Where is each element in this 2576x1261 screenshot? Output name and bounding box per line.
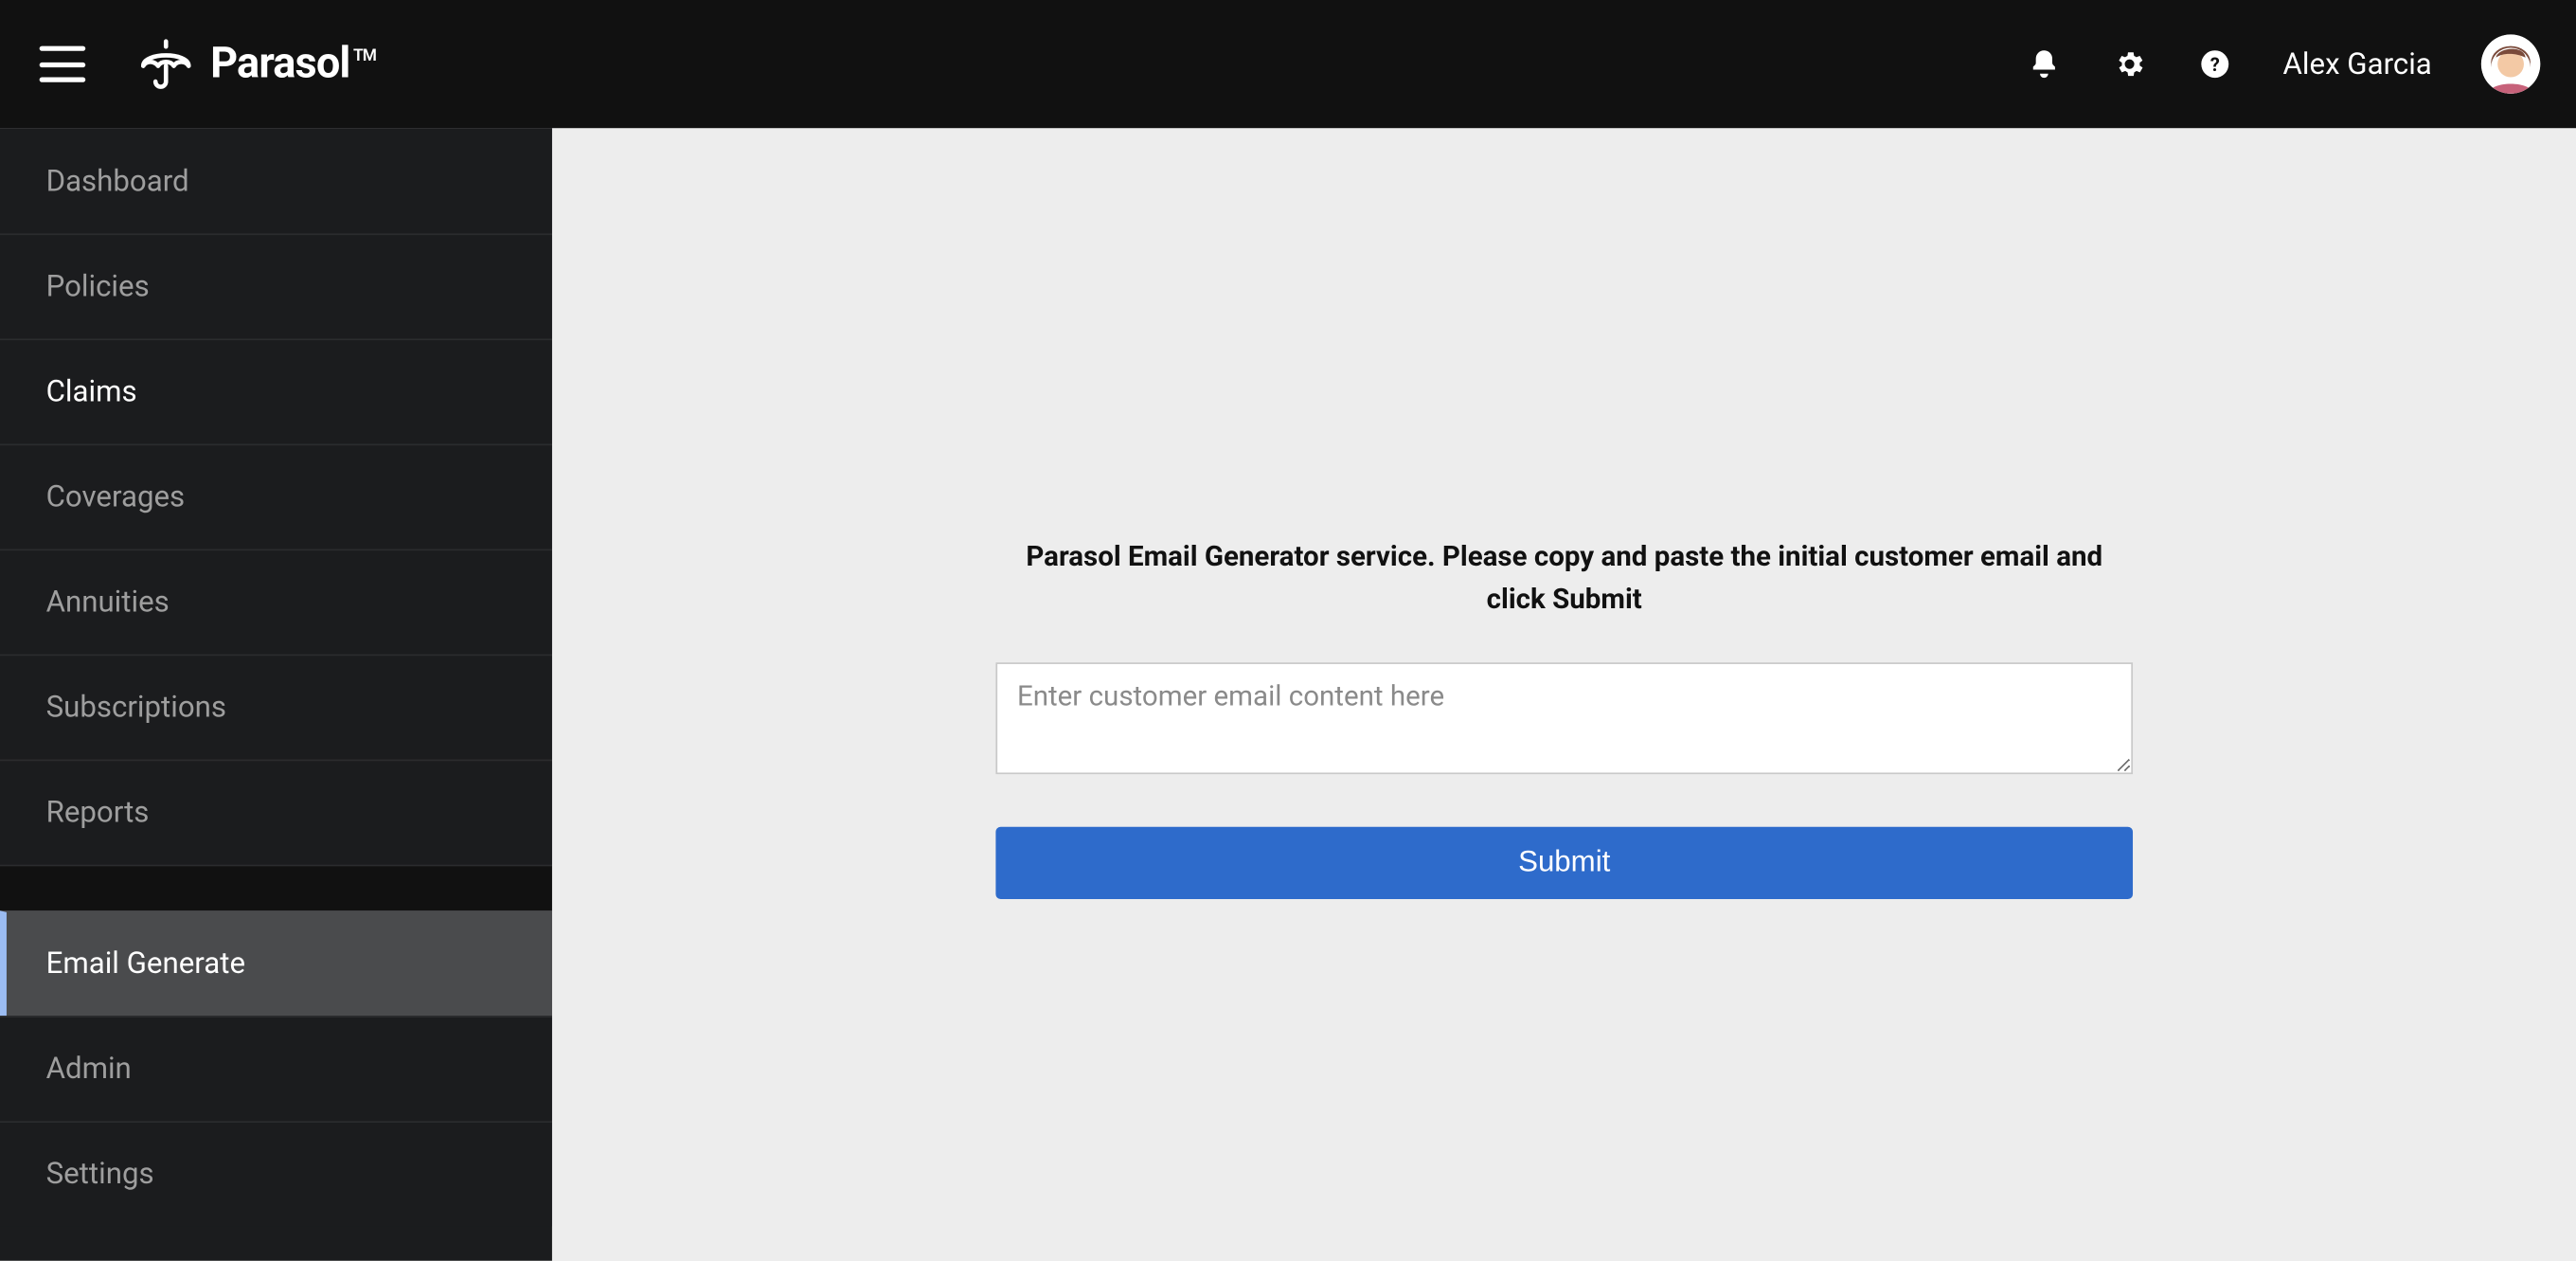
bell-icon[interactable]: [2027, 46, 2063, 82]
sidebar-item-admin[interactable]: Admin: [0, 1016, 552, 1121]
submit-button[interactable]: Submit: [995, 826, 2133, 898]
svg-text:?: ?: [2210, 53, 2220, 76]
sidebar-item-label: Coverages: [46, 480, 186, 514]
sidebar-item-coverages[interactable]: Coverages: [0, 443, 552, 549]
brand-name: ParasolTM: [210, 40, 376, 89]
sidebar-divider: [0, 865, 552, 911]
sidebar-item-label: Policies: [46, 270, 150, 304]
sidebar: Dashboard Policies Claims Coverages Annu…: [0, 128, 552, 1260]
sidebar-item-claims[interactable]: Claims: [0, 338, 552, 443]
sidebar-item-label: Claims: [46, 375, 137, 409]
customer-email-input[interactable]: [995, 662, 2133, 774]
gear-icon[interactable]: [2112, 46, 2148, 82]
avatar[interactable]: [2481, 34, 2540, 93]
sidebar-item-email-generate[interactable]: Email Generate: [0, 910, 552, 1016]
help-icon[interactable]: ?: [2197, 46, 2233, 82]
topbar-actions: ? Alex Garcia: [2027, 34, 2540, 93]
sidebar-item-label: Dashboard: [46, 164, 189, 198]
sidebar-item-policies[interactable]: Policies: [0, 233, 552, 338]
sidebar-item-dashboard[interactable]: Dashboard: [0, 128, 552, 233]
main-content: Parasol Email Generator service. Please …: [552, 128, 2576, 1260]
sidebar-item-label: Annuities: [46, 585, 170, 620]
sidebar-item-label: Admin: [46, 1052, 132, 1086]
sidebar-item-settings[interactable]: Settings: [0, 1121, 552, 1226]
menu-icon[interactable]: [40, 46, 86, 82]
topbar: ParasolTM ? Alex Garcia: [0, 0, 2576, 128]
umbrella-icon: [138, 36, 194, 92]
instructions-text: Parasol Email Generator service. Please …: [995, 536, 2133, 622]
brand[interactable]: ParasolTM: [138, 36, 376, 92]
sidebar-item-label: Settings: [46, 1157, 154, 1191]
sidebar-item-label: Email Generate: [46, 946, 245, 981]
sidebar-item-annuities[interactable]: Annuities: [0, 549, 552, 654]
user-name[interactable]: Alex Garcia: [2283, 46, 2432, 81]
sidebar-item-label: Subscriptions: [46, 691, 226, 725]
sidebar-item-reports[interactable]: Reports: [0, 760, 552, 865]
sidebar-item-label: Reports: [46, 796, 150, 830]
sidebar-item-subscriptions[interactable]: Subscriptions: [0, 655, 552, 760]
